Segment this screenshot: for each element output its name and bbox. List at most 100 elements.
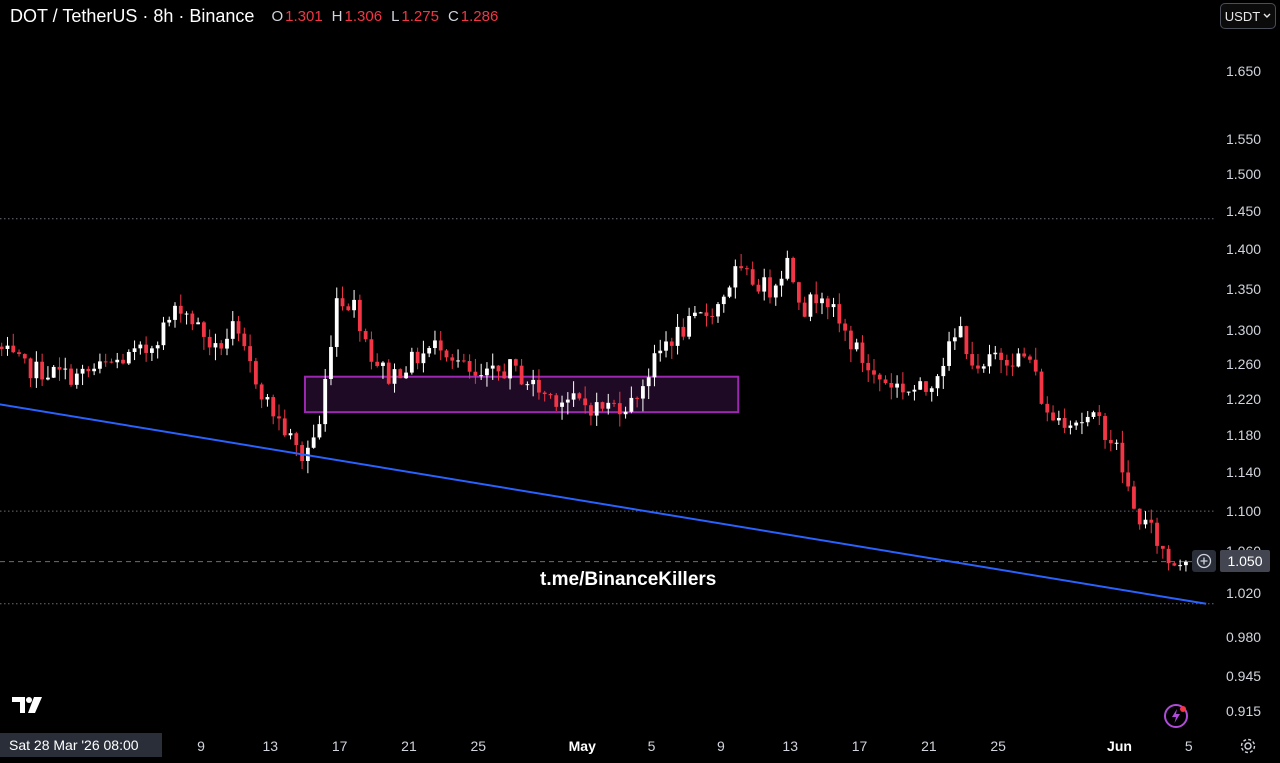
candle-body	[317, 424, 322, 438]
tradingview-logo-icon[interactable]	[12, 695, 48, 715]
add-alert-button[interactable]	[1192, 550, 1216, 572]
low-label: L	[391, 7, 400, 25]
time-axis-label: 25	[470, 738, 487, 754]
candle-body	[161, 322, 166, 346]
candle-body	[438, 340, 443, 351]
candle-body	[612, 402, 616, 404]
chevron-down-icon	[1263, 13, 1271, 18]
candle-body	[17, 352, 21, 355]
price-axis-label: 1.020	[1226, 585, 1262, 602]
candle-body	[895, 383, 899, 388]
candlestick-chart[interactable]	[0, 0, 1280, 763]
candle-body	[11, 345, 16, 353]
currency-selector-button[interactable]: USDT	[1220, 3, 1276, 29]
candle-body	[415, 351, 420, 364]
candle-body	[288, 433, 293, 436]
candle-body	[814, 294, 819, 304]
candle-body	[132, 348, 137, 352]
lightning-bolt-icon[interactable]	[1163, 703, 1189, 729]
candle-body	[958, 326, 963, 338]
candle-body	[392, 369, 397, 384]
candle-body	[1155, 522, 1159, 546]
candle-body	[583, 398, 588, 406]
candle-body	[230, 321, 235, 339]
candle-body	[5, 345, 10, 349]
candle-body	[1114, 442, 1119, 444]
candle-body	[768, 277, 772, 298]
candle-body	[1149, 519, 1154, 523]
candle-body	[635, 397, 640, 399]
candle-body	[1028, 356, 1032, 360]
gear-icon[interactable]	[1238, 736, 1258, 756]
candle-body	[1010, 365, 1015, 367]
candle-body	[1045, 403, 1050, 413]
candle-body	[479, 375, 484, 377]
candle-body	[144, 344, 149, 353]
candle-body	[184, 313, 189, 315]
ohlc-readout: O 1.301 H 1.306 L 1.275 C 1.286	[262, 8, 498, 25]
candle-body	[80, 368, 85, 374]
candle-body	[993, 352, 998, 355]
candle-body	[323, 378, 328, 425]
time-axis-label: 17	[851, 738, 868, 754]
candle-body	[1178, 565, 1183, 567]
candle-body	[265, 397, 270, 400]
high-value: 1.306	[344, 7, 383, 25]
candle-body	[935, 376, 940, 389]
candle-body	[721, 296, 726, 305]
candle-body	[837, 304, 842, 324]
time-axis-label: 5	[647, 738, 656, 754]
candle-body	[589, 405, 593, 416]
candle-body	[456, 360, 460, 362]
price-axis-label: 0.915	[1226, 703, 1262, 719]
plus-circle-icon	[1196, 553, 1212, 569]
candle-body	[664, 341, 668, 351]
candle-body	[63, 368, 68, 370]
price-axis-label: 0.980	[1226, 628, 1262, 645]
candle-body	[912, 389, 917, 392]
candle-body	[519, 365, 524, 385]
candle-body	[173, 305, 177, 320]
candle-body	[74, 373, 79, 385]
time-axis-label: 25	[990, 738, 1006, 754]
candle-body	[918, 381, 923, 390]
candle-body	[716, 304, 720, 317]
candle-body	[381, 362, 385, 366]
candle-body	[46, 377, 50, 380]
candle-body	[51, 366, 56, 378]
candle-body	[537, 379, 541, 393]
candle-body	[542, 392, 547, 395]
price-axis-label: 1.260	[1226, 355, 1262, 372]
candle-body	[808, 294, 813, 317]
candle-body	[404, 372, 408, 379]
candle-body	[565, 399, 570, 403]
candle-body	[900, 383, 905, 393]
symbol-title[interactable]: DOT / TetherUS · 8h · Binance	[10, 6, 254, 27]
candle-body	[149, 348, 154, 353]
candle-body	[138, 344, 143, 349]
candle-body	[485, 368, 489, 376]
candle-body	[213, 343, 218, 348]
candle-body	[727, 287, 732, 297]
candle-body	[594, 402, 599, 416]
candle-body	[433, 340, 437, 349]
candle-body	[352, 299, 356, 311]
candle-body	[1062, 417, 1067, 428]
candle-body	[704, 312, 709, 316]
candle-body	[1091, 412, 1096, 417]
candle-body	[1108, 439, 1113, 444]
candle-body	[242, 333, 247, 347]
time-axis-label: May	[568, 738, 596, 754]
candle-body	[1126, 472, 1131, 487]
time-axis-label: 17	[331, 738, 348, 754]
candle-body	[952, 337, 957, 342]
candle-body	[843, 323, 847, 331]
candle-body	[1143, 519, 1148, 525]
close-value: 1.286	[460, 7, 499, 25]
candle-body	[1137, 508, 1142, 525]
candle-body	[109, 361, 114, 363]
candle-body	[606, 402, 611, 409]
low-value: 1.275	[401, 7, 439, 25]
candle-body	[103, 361, 108, 363]
current-price-label: 1.050	[1220, 550, 1270, 572]
